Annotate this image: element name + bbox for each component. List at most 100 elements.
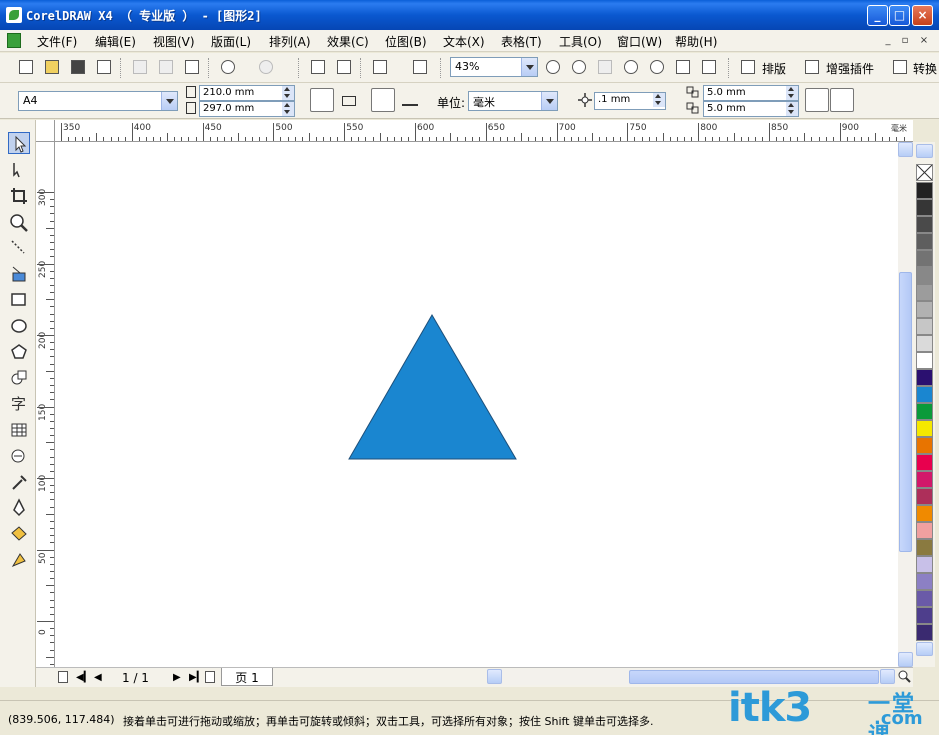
palette-scroll-up-icon[interactable] (916, 144, 933, 158)
page-width-input[interactable]: 210.0 mm (199, 85, 295, 101)
paste-icon[interactable] (182, 57, 202, 77)
freehand-tool-icon[interactable] (8, 237, 30, 259)
all-pages-button[interactable] (371, 88, 395, 112)
export-icon[interactable] (334, 57, 354, 77)
treat-as-filled-button[interactable] (805, 88, 829, 112)
document-icon[interactable] (7, 33, 21, 48)
next-page-icon[interactable]: ▶ (173, 672, 181, 683)
maximize-button[interactable]: □ (889, 5, 910, 26)
zoom-all-objects-icon[interactable] (621, 57, 641, 77)
zoom-page-width-icon[interactable] (673, 57, 693, 77)
palette-scroll-down-icon[interactable] (916, 642, 933, 656)
basic-shapes-tool-icon[interactable] (8, 367, 30, 389)
units-select[interactable]: 毫米 (468, 91, 558, 111)
color-swatch[interactable] (916, 573, 933, 590)
color-swatch[interactable] (916, 420, 933, 437)
shape-tool-icon[interactable] (8, 159, 30, 181)
minimize-button[interactable]: _ (867, 5, 888, 26)
menu-file[interactable]: 文件(F) (37, 33, 77, 50)
color-swatch[interactable] (916, 590, 933, 607)
doc-close-button[interactable]: × (917, 34, 931, 47)
save-icon[interactable] (68, 57, 88, 77)
menu-tools[interactable]: 工具(O) (559, 33, 602, 50)
chevron-down-icon[interactable] (161, 92, 177, 110)
color-swatch[interactable] (916, 539, 933, 556)
color-swatch[interactable] (916, 250, 933, 267)
doc-minimize-button[interactable]: _ (881, 34, 895, 47)
horizontal-ruler[interactable]: 350 400 450 500 550 600 650 700 750 800 850 900 毫米 (55, 120, 913, 142)
vertical-ruler[interactable]: 300 250 200 150 100 50 0 (36, 142, 55, 667)
chevron-down-icon[interactable] (521, 58, 537, 76)
fill-tool-icon[interactable] (8, 523, 30, 545)
drawing-canvas[interactable] (55, 142, 898, 667)
ellipse-tool-icon[interactable] (8, 315, 30, 337)
table-tool-icon[interactable] (8, 419, 30, 441)
color-swatch[interactable] (916, 233, 933, 250)
enhance-plugin-icon[interactable] (802, 57, 822, 77)
color-swatch[interactable] (916, 607, 933, 624)
smart-fill-tool-icon[interactable] (8, 263, 30, 285)
color-swatch[interactable] (916, 403, 933, 420)
eyedropper-tool-icon[interactable] (8, 471, 30, 493)
page-tab-1[interactable]: 页 1 (221, 668, 273, 686)
chevron-down-icon[interactable] (541, 92, 557, 110)
insert-page-before-icon[interactable] (58, 671, 68, 683)
crop-tool-icon[interactable] (8, 185, 30, 207)
zoom-tool-icon[interactable] (8, 212, 30, 234)
new-document-icon[interactable] (16, 57, 36, 77)
redo-icon[interactable] (256, 57, 276, 77)
color-swatch[interactable] (916, 182, 933, 199)
landscape-button[interactable] (342, 96, 356, 106)
snap-to-objects-button[interactable] (830, 88, 854, 112)
convert-plugin-icon[interactable] (890, 57, 910, 77)
menu-help[interactable]: 帮助(H) (675, 33, 717, 50)
color-swatch[interactable] (916, 369, 933, 386)
nudge-distance-input[interactable]: .1 mm (594, 92, 666, 110)
color-swatch[interactable] (916, 522, 933, 539)
welcome-screen-icon[interactable] (410, 57, 430, 77)
enhance-plugin-button[interactable]: 增强插件 (826, 60, 874, 77)
color-swatch[interactable] (916, 556, 933, 573)
interactive-blend-tool-icon[interactable] (8, 445, 30, 467)
color-swatch[interactable] (916, 386, 933, 403)
doc-restore-button[interactable]: ▫ (898, 34, 912, 47)
color-swatch[interactable] (916, 267, 933, 284)
paper-size-select[interactable]: A4 (18, 91, 178, 111)
first-page-icon[interactable]: ◀▎ (76, 672, 91, 683)
color-swatch[interactable] (916, 301, 933, 318)
menu-text[interactable]: 文本(X) (443, 33, 485, 50)
menu-bitmaps[interactable]: 位图(B) (385, 33, 427, 50)
no-color-swatch[interactable] (916, 164, 933, 181)
copy-icon[interactable] (156, 57, 176, 77)
coreldraw-app-icon[interactable] (6, 7, 22, 23)
paiban-button[interactable]: 排版 (762, 60, 786, 77)
scroll-up-icon[interactable] (898, 142, 913, 157)
menu-arrange[interactable]: 排列(A) (269, 33, 311, 50)
portrait-button[interactable] (310, 88, 334, 112)
text-tool-icon[interactable]: 字 (8, 392, 30, 414)
menu-table[interactable]: 表格(T) (501, 33, 542, 50)
color-swatch[interactable] (916, 352, 933, 369)
print-icon[interactable] (94, 57, 114, 77)
rectangle-tool-icon[interactable] (8, 289, 30, 311)
color-swatch[interactable] (916, 437, 933, 454)
horizontal-scrollbar[interactable] (487, 669, 895, 685)
zoom-level-select[interactable]: 43% (450, 57, 538, 77)
cut-icon[interactable] (130, 57, 150, 77)
color-swatch[interactable] (916, 216, 933, 233)
import-icon[interactable] (308, 57, 328, 77)
outline-tool-icon[interactable] (8, 497, 30, 519)
convert-button[interactable]: 转换 (913, 60, 937, 77)
undo-icon[interactable] (218, 57, 238, 77)
navigator-zoom-icon[interactable] (897, 669, 911, 683)
scroll-down-icon[interactable] (898, 652, 913, 667)
last-page-icon[interactable]: ▶▎ (189, 672, 204, 683)
paiban-plugin-icon[interactable] (738, 57, 758, 77)
application-launcher-icon[interactable] (370, 57, 390, 77)
scroll-right-icon[interactable] (880, 669, 895, 684)
vertical-scroll-thumb[interactable] (899, 272, 912, 552)
color-swatch[interactable] (916, 471, 933, 488)
ruler-origin[interactable] (36, 120, 55, 142)
color-swatch[interactable] (916, 488, 933, 505)
zoom-out-icon[interactable] (569, 57, 589, 77)
